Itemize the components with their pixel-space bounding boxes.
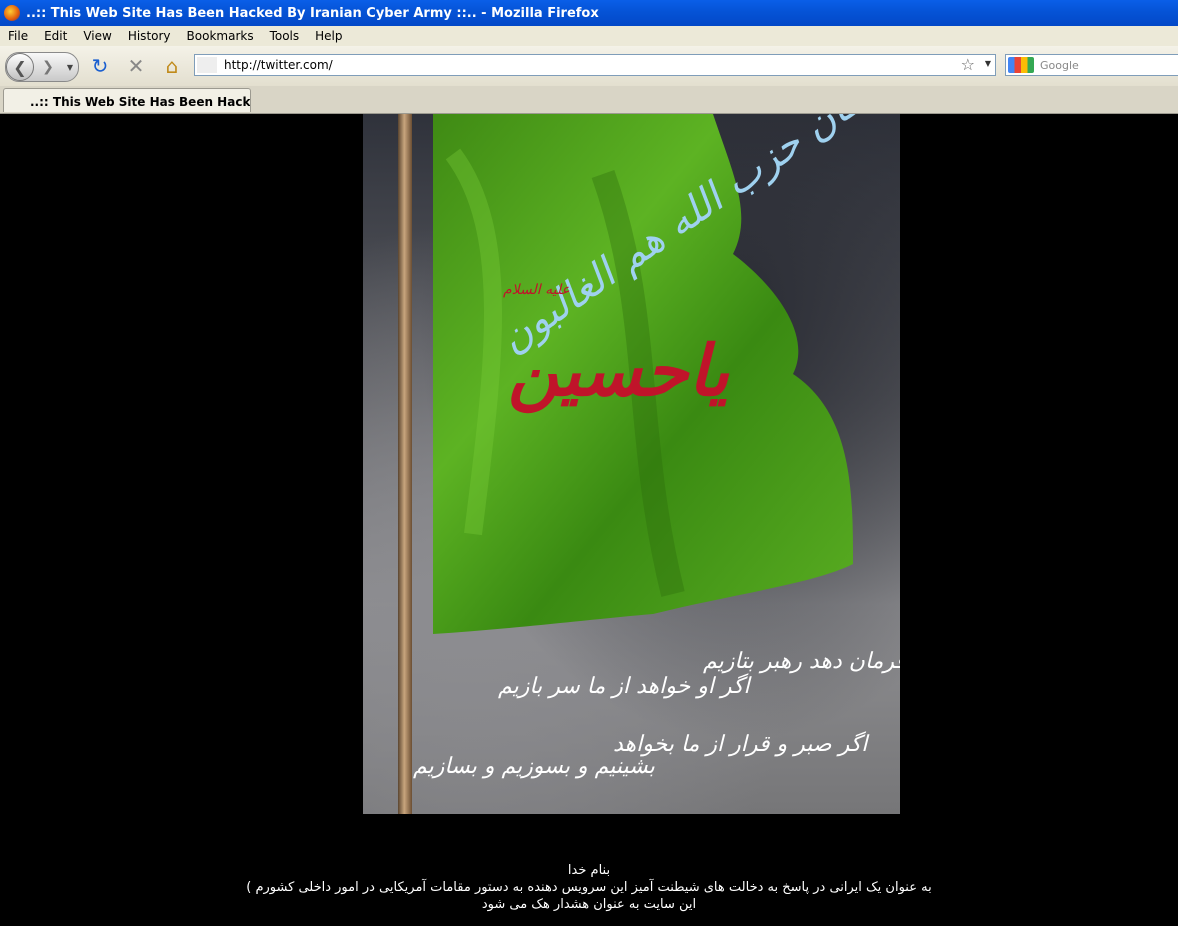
menu-view[interactable]: View xyxy=(75,29,119,43)
poem-line-1b: اگر او خواهد از ما سر بازیم xyxy=(498,674,750,699)
menu-bar: File Edit View History Bookmarks Tools H… xyxy=(0,26,1178,46)
url-bar[interactable]: http://twitter.com/ ☆ ▼ xyxy=(194,54,996,76)
tab-label: ..:: This Web Site Has Been Hacked B... xyxy=(30,95,251,109)
site-identity-icon[interactable] xyxy=(197,57,217,73)
page-content: فان حزب الله هم الغالبون علیه السلام یاح… xyxy=(0,114,1178,926)
google-search-engine-icon[interactable] xyxy=(1008,57,1034,73)
reload-icon: ↻ xyxy=(91,54,109,78)
search-bar[interactable]: Google xyxy=(1005,54,1178,76)
back-button[interactable]: ❮ xyxy=(6,53,34,81)
menu-history[interactable]: History xyxy=(120,29,179,43)
menu-help[interactable]: Help xyxy=(307,29,350,43)
poem-line-1a: اگر فرمان دهد رهبر بتازیم xyxy=(703,649,900,674)
reload-button[interactable]: ↻ xyxy=(88,54,112,78)
window-title: ..:: This Web Site Has Been Hacked By Ir… xyxy=(26,5,599,21)
firefox-icon xyxy=(4,5,20,21)
flag-pole xyxy=(398,114,412,814)
history-dropdown-button[interactable]: ▼ xyxy=(64,57,76,77)
menu-tools[interactable]: Tools xyxy=(262,29,308,43)
calligraphy-small: علیه السلام xyxy=(503,282,570,298)
hacker-message: بنام خدا به عنوان یک ایرانی در پاسخ به د… xyxy=(0,862,1178,913)
forward-arrow-icon: ❯ xyxy=(42,59,54,75)
url-dropdown-icon[interactable]: ▼ xyxy=(985,59,991,68)
tab-active[interactable]: ..:: This Web Site Has Been Hacked B... xyxy=(3,88,251,112)
window-titlebar: ..:: This Web Site Has Been Hacked By Ir… xyxy=(0,0,1178,26)
poem-line-2b: بشینیم و بسوزیم و بسازیم xyxy=(413,754,655,779)
home-button[interactable]: ⌂ xyxy=(160,54,184,78)
message-line-3: این سایت به عنوان هشدار هک می شود xyxy=(481,897,697,912)
defacement-poster: فان حزب الله هم الغالبون علیه السلام یاح… xyxy=(363,114,900,814)
calligraphy-main: یاحسین xyxy=(508,329,729,412)
forward-button[interactable]: ❯ xyxy=(37,57,59,77)
menu-bookmarks[interactable]: Bookmarks xyxy=(179,29,262,43)
tab-strip: ..:: This Web Site Has Been Hacked B... xyxy=(0,86,1178,114)
stop-button[interactable]: ✕ xyxy=(124,54,148,78)
search-placeholder: Google xyxy=(1040,59,1079,72)
back-forward-group: ❮ ❯ ▼ xyxy=(5,52,79,82)
home-icon: ⌂ xyxy=(165,54,179,78)
back-arrow-icon: ❮ xyxy=(13,57,27,77)
menu-file[interactable]: File xyxy=(0,29,36,43)
navigation-toolbar: ❮ ❯ ▼ ↻ ✕ ⌂ http://twitter.com/ ☆ ▼ Goog… xyxy=(0,46,1178,87)
menu-edit[interactable]: Edit xyxy=(36,29,75,43)
url-text[interactable]: http://twitter.com/ xyxy=(224,58,333,72)
stop-icon: ✕ xyxy=(127,54,145,78)
bookmark-star-icon[interactable]: ☆ xyxy=(961,55,975,74)
message-line-1: بنام خدا xyxy=(567,863,611,878)
message-line-2: به عنوان یک ایرانی در پاسخ به دخالت های … xyxy=(246,880,932,895)
